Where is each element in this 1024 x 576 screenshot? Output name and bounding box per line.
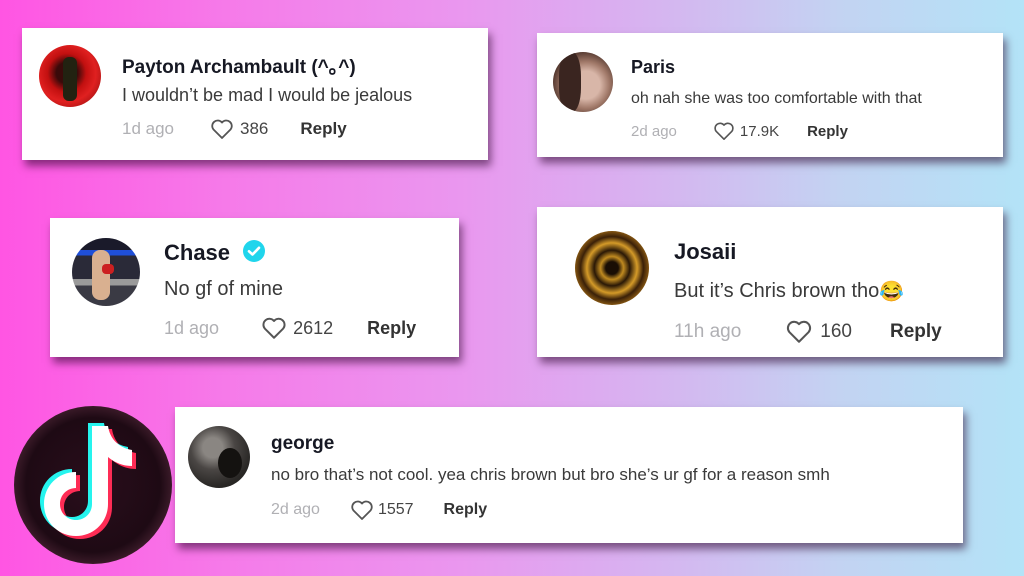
timestamp: 1d ago — [164, 317, 220, 338]
like-button[interactable]: 1557 — [350, 499, 414, 521]
comment-text: no bro that’s not cool. yea chris brown … — [271, 465, 830, 484]
avatar[interactable] — [553, 52, 613, 112]
timestamp: 1d ago — [122, 119, 174, 138]
comment-card: Payton Archambault (^｡^) I wouldn’t be m… — [22, 28, 488, 160]
like-count: 386 — [240, 119, 269, 138]
comment-text: oh nah she was too comfortable with that — [631, 90, 922, 107]
heart-icon — [211, 119, 233, 139]
heart-icon — [714, 122, 734, 140]
comment-card: Josaii But it’s Chris brown tho😂 11h ago… — [537, 207, 1003, 357]
username[interactable]: Chase — [164, 240, 266, 266]
laughing-emoji-icon: 😂 — [879, 281, 905, 303]
reply-button[interactable]: Reply — [890, 321, 942, 343]
like-count: 1557 — [377, 501, 414, 518]
username-text: Chase — [164, 240, 231, 265]
heart-icon — [262, 317, 286, 339]
timestamp: 11h ago — [674, 320, 742, 342]
verified-badge-icon — [243, 240, 266, 263]
comment-card: Chase No gf of mine 1d ago 2612 Reply — [50, 218, 459, 357]
tiktok-logo-icon — [12, 404, 174, 566]
avatar[interactable] — [575, 231, 649, 305]
avatar[interactable] — [72, 238, 140, 306]
reply-button[interactable]: Reply — [300, 119, 346, 139]
reply-button[interactable]: Reply — [807, 123, 848, 140]
like-button[interactable]: 386 — [210, 118, 268, 140]
username[interactable]: Payton Archambault (^｡^) — [122, 52, 356, 79]
like-count: 2612 — [293, 317, 334, 338]
like-count: 17.9K — [739, 122, 780, 140]
heart-icon — [351, 500, 373, 520]
avatar[interactable] — [188, 426, 250, 488]
comment-card: george no bro that’s not cool. yea chris… — [175, 407, 963, 543]
timestamp: 2d ago — [631, 122, 677, 140]
comment-card: Paris oh nah she was too comfortable wit… — [537, 33, 1003, 157]
comment-text: But it’s Chris brown tho😂 — [674, 279, 904, 304]
like-button[interactable]: 2612 — [261, 316, 333, 340]
comment-text: No gf of mine — [164, 278, 283, 300]
like-count: 160 — [820, 320, 852, 342]
comment-text-body: But it’s Chris brown tho — [674, 279, 880, 302]
avatar[interactable] — [39, 45, 101, 107]
comment-text: I wouldn’t be mad I would be jealous — [122, 85, 413, 105]
timestamp: 2d ago — [271, 501, 320, 518]
like-button[interactable]: 17.9K — [713, 121, 779, 141]
username[interactable]: george — [271, 433, 334, 455]
like-button[interactable]: 160 — [785, 319, 852, 344]
reply-button[interactable]: Reply — [444, 501, 488, 519]
reply-button[interactable]: Reply — [367, 318, 416, 339]
username[interactable]: Josaii — [674, 239, 736, 265]
username[interactable]: Paris — [631, 57, 675, 78]
heart-icon — [787, 320, 812, 343]
